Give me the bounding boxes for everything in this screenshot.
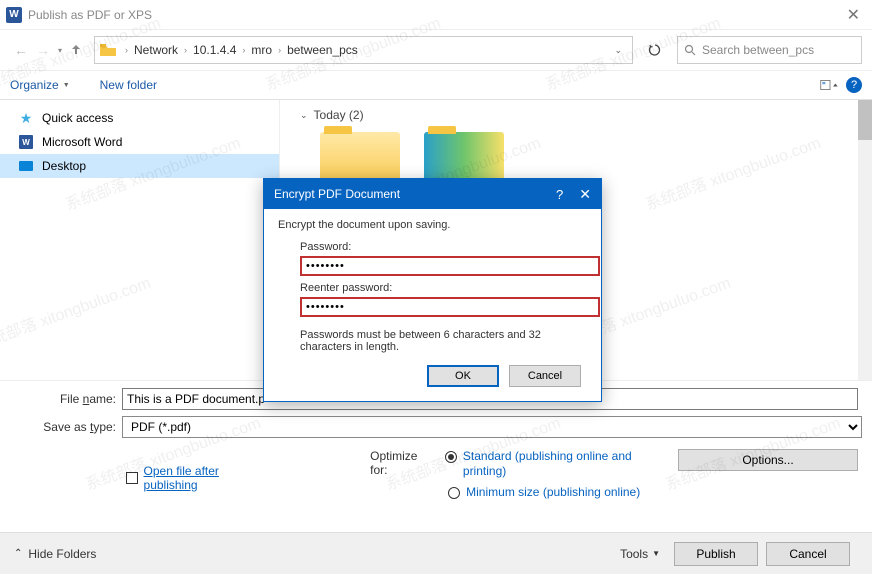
chevron-down-icon: ⌄ <box>300 110 308 121</box>
cancel-button[interactable]: Cancel <box>766 542 850 566</box>
word-app-icon: W <box>6 7 22 23</box>
publish-button[interactable]: Publish <box>674 542 758 566</box>
filename-label: File name: <box>10 392 122 406</box>
group-header-today[interactable]: ⌄ Today (2) <box>300 108 852 122</box>
help-button[interactable]: ? <box>846 77 862 93</box>
radio-standard[interactable] <box>445 451 457 463</box>
open-after-publishing-checkbox[interactable]: Open file after publishing <box>126 449 270 506</box>
password-input[interactable] <box>300 256 600 276</box>
sidebar-item-label: Desktop <box>42 159 86 173</box>
saveastype-select[interactable]: PDF (*.pdf) <box>122 416 862 438</box>
address-bar[interactable]: › Network › 10.1.4.4 › mro › between_pcs… <box>94 36 633 64</box>
group-label: Today (2) <box>314 108 364 122</box>
chevron-up-icon: ⌃ <box>14 548 22 559</box>
nav-recent-dropdown[interactable]: ▾ <box>58 46 62 55</box>
path-seg-host[interactable]: 10.1.4.4 <box>189 43 240 57</box>
scrollbar[interactable] <box>858 100 872 380</box>
organize-label: Organize <box>10 78 59 92</box>
radio-minimum[interactable] <box>448 487 460 499</box>
checkbox-icon <box>126 472 138 484</box>
optimize-standard-label: Standard (publishing online and printing… <box>463 449 668 479</box>
options-area: Open file after publishing Optimize for:… <box>0 441 872 514</box>
sidebar-item-label: Quick access <box>42 111 113 125</box>
open-after-label: Open file after publishing <box>144 464 271 492</box>
nav-row: ← → ▾ › Network › 10.1.4.4 › mro › betwe… <box>0 30 872 70</box>
saveastype-label: Save as type: <box>10 420 122 434</box>
view-menu-button[interactable] <box>820 76 840 94</box>
hide-folders-label: Hide Folders <box>28 547 96 561</box>
sidebar-item-microsoft-word[interactable]: W Microsoft Word <box>0 130 279 154</box>
scrollbar-thumb[interactable] <box>858 100 872 140</box>
encrypt-pdf-dialog: Encrypt PDF Document ? ✕ Encrypt the doc… <box>263 178 602 402</box>
sidebar-item-desktop[interactable]: Desktop <box>0 154 279 178</box>
nav-up-button[interactable] <box>70 42 82 58</box>
desktop-icon <box>18 158 34 174</box>
path-sep: › <box>240 45 247 55</box>
path-sep: › <box>182 45 189 55</box>
reenter-password-input[interactable] <box>300 297 600 317</box>
titlebar: W Publish as PDF or XPS ✕ <box>0 0 872 30</box>
star-icon: ★ <box>18 110 34 126</box>
word-icon: W <box>18 134 34 150</box>
dialog-body: Encrypt the document upon saving. Passwo… <box>264 209 601 401</box>
path-sep: › <box>123 45 130 55</box>
path-seg-current[interactable]: between_pcs <box>283 43 362 57</box>
reenter-password-label: Reenter password: <box>300 282 587 294</box>
refresh-button[interactable] <box>641 36 669 64</box>
hide-folders-button[interactable]: ⌃ Hide Folders <box>14 547 96 561</box>
tools-menu[interactable]: Tools ▼ <box>620 547 660 561</box>
dialog-cancel-button[interactable]: Cancel <box>509 365 581 387</box>
optimize-group: Optimize for: Standard (publishing onlin… <box>370 449 668 506</box>
sidebar-item-quick-access[interactable]: ★ Quick access <box>0 106 279 130</box>
nav-back-button[interactable]: ← <box>14 42 28 58</box>
tools-label: Tools <box>620 547 648 561</box>
password-hint: Passwords must be between 6 characters a… <box>300 329 587 353</box>
search-placeholder: Search between_pcs <box>702 43 814 57</box>
new-folder-button[interactable]: New folder <box>100 78 157 92</box>
dialog-ok-button[interactable]: OK <box>427 365 499 387</box>
path-sep: › <box>276 45 283 55</box>
chevron-down-icon: ▼ <box>63 82 70 89</box>
options-button[interactable]: Options... <box>678 449 858 471</box>
folder-icon <box>99 42 117 58</box>
chevron-down-icon: ▼ <box>652 549 660 558</box>
toolbar: Organize ▼ New folder ? <box>0 70 872 100</box>
optimize-minimum-label: Minimum size (publishing online) <box>466 485 640 500</box>
dialog-help-button[interactable]: ? <box>556 187 563 202</box>
search-icon <box>684 44 696 56</box>
window-title: Publish as PDF or XPS <box>28 8 841 22</box>
password-label: Password: <box>300 241 587 253</box>
dialog-intro: Encrypt the document upon saving. <box>278 219 587 231</box>
dialog-title: Encrypt PDF Document <box>274 187 400 201</box>
sidebar: ★ Quick access W Microsoft Word Desktop <box>0 100 280 380</box>
dialog-close-button[interactable]: ✕ <box>579 186 591 203</box>
path-seg-mro[interactable]: mro <box>247 43 276 57</box>
optimize-label: Optimize for: <box>370 449 435 477</box>
sidebar-item-label: Microsoft Word <box>42 135 122 149</box>
window-close-button[interactable]: ✕ <box>841 5 866 25</box>
bottom-bar: ⌃ Hide Folders Tools ▼ Publish Cancel <box>0 532 872 574</box>
path-seg-network[interactable]: Network <box>130 43 182 57</box>
organize-menu[interactable]: Organize ▼ <box>10 78 70 92</box>
address-dropdown[interactable]: ⌄ <box>608 45 628 56</box>
dialog-titlebar: Encrypt PDF Document ? ✕ <box>264 179 601 209</box>
search-box[interactable]: Search between_pcs <box>677 36 862 64</box>
nav-arrows: ← → ▾ <box>10 42 86 58</box>
nav-forward-button[interactable]: → <box>36 42 50 58</box>
